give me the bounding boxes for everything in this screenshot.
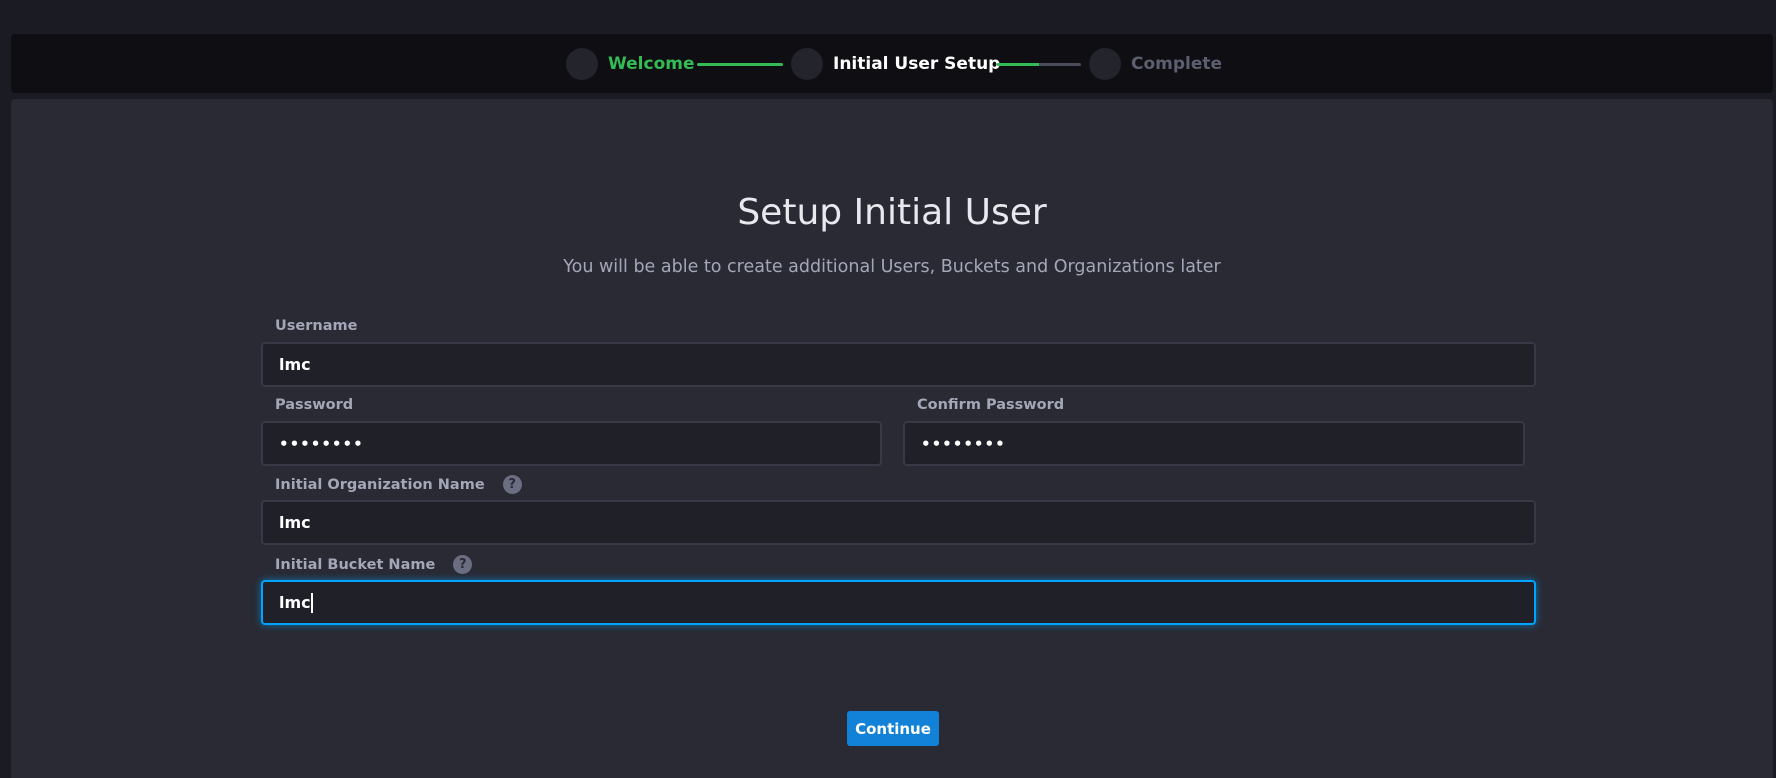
page-title: Setup Initial User	[737, 192, 1047, 233]
organization-input[interactable]: lmc	[261, 500, 1536, 545]
page-subtitle: You will be able to create additional Us…	[563, 257, 1221, 277]
password-input[interactable]: ••••••••	[261, 421, 882, 466]
step-connector-1	[697, 63, 783, 66]
step-connector-1-fill	[697, 63, 783, 66]
step-complete-label: Complete	[1131, 54, 1223, 74]
setup-stepper: Welcome Initial User Setup Complete	[11, 34, 1773, 93]
username-label-text: Username	[275, 318, 358, 334]
bucket-input[interactable]: lmc	[261, 580, 1536, 625]
setup-panel: Setup Initial User You will be able to c…	[11, 99, 1773, 778]
step-connector-2	[997, 63, 1081, 66]
username-label: Username	[275, 318, 357, 334]
bucket-label-text: Initial Bucket Name	[275, 556, 436, 573]
bucket-help-icon[interactable]: ?	[453, 555, 473, 574]
step-initial-user-setup: Initial User Setup	[791, 48, 1001, 80]
step-welcome-indicator	[566, 48, 598, 80]
password-label: Password	[275, 397, 353, 413]
password-label-text: Password	[275, 397, 354, 413]
username-input[interactable]: lmc	[261, 342, 1536, 387]
organization-label-text: Initial Organization Name	[275, 476, 485, 493]
step-complete-indicator	[1089, 48, 1121, 80]
bucket-label: Initial Bucket Name ?	[275, 555, 473, 574]
username-value: lmc	[279, 355, 311, 374]
organization-help-icon[interactable]: ?	[502, 475, 522, 494]
organization-value: lmc	[279, 513, 311, 532]
step-initial-user-setup-indicator	[791, 48, 823, 80]
password-value: ••••••••	[279, 434, 364, 453]
continue-button[interactable]: Continue	[847, 711, 939, 746]
step-initial-user-setup-label: Initial User Setup	[833, 54, 1001, 74]
text-caret	[310, 592, 313, 613]
step-connector-2-fill	[997, 63, 1039, 66]
confirm-password-value: ••••••••	[921, 434, 1006, 453]
confirm-password-label: Confirm Password	[917, 397, 1064, 413]
confirm-password-label-text: Confirm Password	[917, 397, 1065, 413]
confirm-password-input[interactable]: ••••••••	[903, 421, 1525, 466]
step-complete: Complete	[1089, 48, 1223, 80]
bucket-value: lmc	[279, 593, 311, 612]
step-welcome-label: Welcome	[608, 54, 695, 74]
organization-label: Initial Organization Name ?	[275, 475, 522, 494]
step-welcome: Welcome	[566, 48, 695, 80]
